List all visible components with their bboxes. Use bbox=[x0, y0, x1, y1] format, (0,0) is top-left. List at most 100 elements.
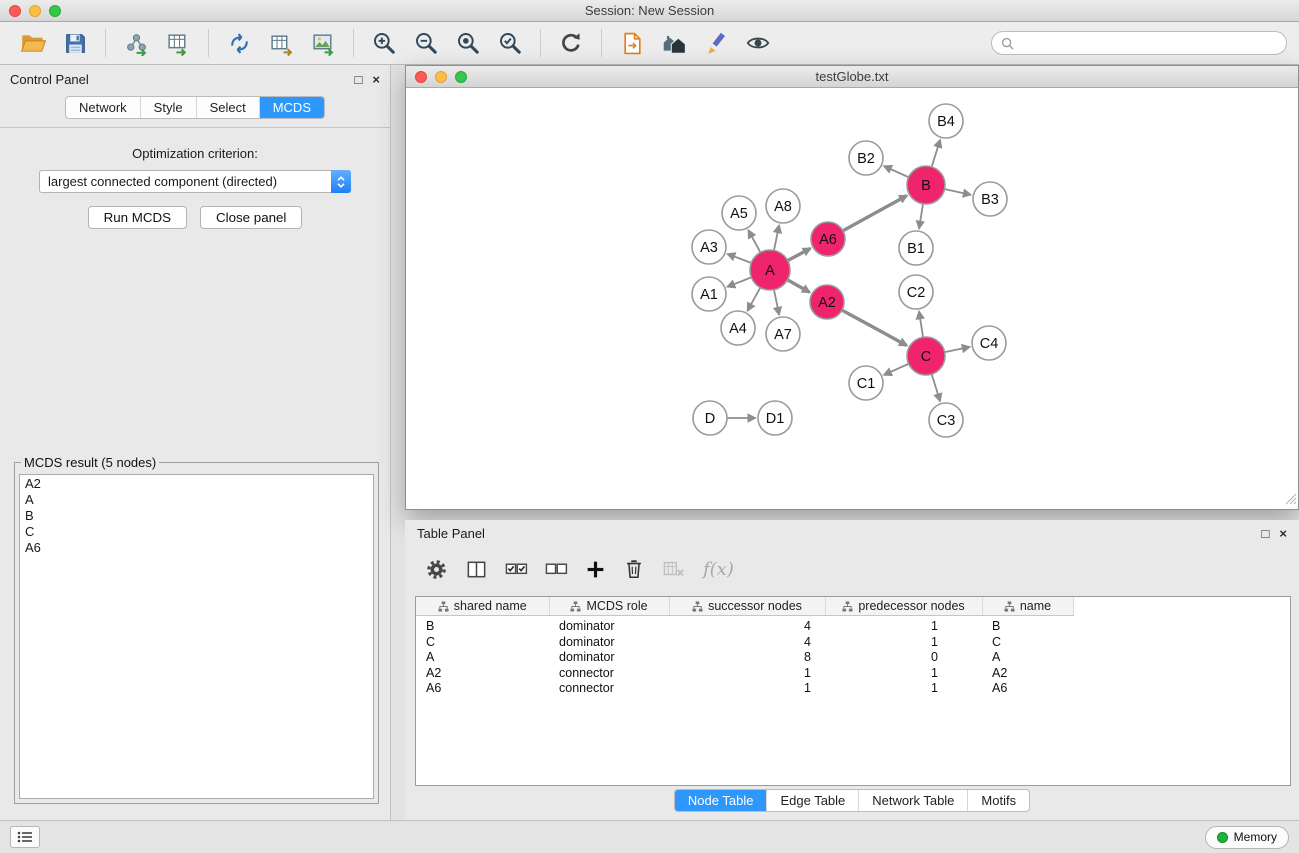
tab-edge-table[interactable]: Edge Table bbox=[767, 790, 859, 811]
graph-node-C1[interactable]: C1 bbox=[849, 366, 883, 400]
tab-style[interactable]: Style bbox=[141, 97, 197, 118]
column-header-mcds-role[interactable]: MCDS role bbox=[549, 597, 669, 616]
tab-motifs[interactable]: Motifs bbox=[968, 790, 1029, 811]
graph-node-A[interactable]: A bbox=[750, 250, 790, 290]
column-header-name[interactable]: name bbox=[982, 597, 1073, 616]
list-icon bbox=[17, 831, 33, 843]
graph-node-B3[interactable]: B3 bbox=[973, 182, 1007, 216]
svg-text:A4: A4 bbox=[729, 321, 747, 337]
select-all-button[interactable] bbox=[505, 558, 528, 581]
export-image-button[interactable] bbox=[302, 26, 344, 60]
delete-column-button[interactable] bbox=[623, 558, 645, 580]
show-details-button[interactable] bbox=[737, 26, 779, 60]
network-graph[interactable]: A A1 A2 A3 A4 A5 A6 A7 A8 B B1 B2 B3 B4 C C1 C2 C3 C4 D D1 bbox=[406, 88, 1298, 509]
column-header-shared-name[interactable]: shared name bbox=[416, 597, 549, 616]
graph-node-C2[interactable]: C2 bbox=[899, 275, 933, 309]
mcds-result-item[interactable]: C bbox=[20, 524, 373, 540]
mcds-result-item[interactable]: A6 bbox=[20, 540, 373, 556]
zoom-selected-button[interactable] bbox=[489, 26, 531, 60]
graph-node-A3[interactable]: A3 bbox=[692, 230, 726, 264]
graph-node-A6[interactable]: A6 bbox=[811, 222, 845, 256]
mcds-result-item[interactable]: A2 bbox=[20, 476, 373, 492]
annotation-button[interactable] bbox=[695, 26, 737, 60]
mcds-result-item[interactable]: A bbox=[20, 492, 373, 508]
float-panel-icon[interactable]: □ bbox=[1262, 527, 1270, 540]
network-minimize-button[interactable] bbox=[435, 71, 447, 83]
export-network-button[interactable] bbox=[218, 26, 260, 60]
run-mcds-button[interactable]: Run MCDS bbox=[88, 206, 187, 229]
zoom-out-button[interactable] bbox=[405, 26, 447, 60]
float-panel-icon[interactable]: □ bbox=[355, 73, 363, 86]
export-table-button[interactable] bbox=[260, 26, 302, 60]
graph-node-C4[interactable]: C4 bbox=[972, 326, 1006, 360]
graph-node-A5[interactable]: A5 bbox=[722, 196, 756, 230]
network-canvas[interactable]: A A1 A2 A3 A4 A5 A6 A7 A8 B B1 B2 B3 B4 C C1 C2 C3 C4 D D1 bbox=[406, 88, 1298, 509]
table-settings-button[interactable] bbox=[425, 558, 448, 581]
tab-node-table[interactable]: Node Table bbox=[675, 790, 768, 811]
window-title: Session: New Session bbox=[585, 3, 714, 18]
show-columns-button[interactable] bbox=[465, 558, 488, 581]
network-close-button[interactable] bbox=[415, 71, 427, 83]
minimize-window-button[interactable] bbox=[29, 5, 41, 17]
table-cell: 1 bbox=[669, 666, 825, 682]
trash-icon bbox=[623, 558, 645, 580]
table-row[interactable]: Bdominator41B bbox=[416, 616, 1073, 635]
import-table-button[interactable] bbox=[157, 26, 199, 60]
deselect-all-button[interactable] bbox=[545, 558, 568, 581]
network-zoom-button[interactable] bbox=[455, 71, 467, 83]
search-field[interactable] bbox=[991, 31, 1287, 55]
home-button[interactable] bbox=[653, 26, 695, 60]
table-cell: 1 bbox=[825, 681, 982, 697]
graph-node-D[interactable]: D bbox=[693, 401, 727, 435]
import-network-button[interactable] bbox=[115, 26, 157, 60]
graph-node-A2[interactable]: A2 bbox=[810, 285, 844, 319]
table-row[interactable]: A6connector11A6 bbox=[416, 681, 1073, 697]
table-row[interactable]: Adominator80A bbox=[416, 650, 1073, 666]
close-panel-button[interactable]: Close panel bbox=[200, 206, 302, 229]
graph-node-C[interactable]: C bbox=[907, 337, 945, 375]
memory-button[interactable]: Memory bbox=[1205, 826, 1289, 849]
graph-node-A1[interactable]: A1 bbox=[692, 277, 726, 311]
tab-network-table[interactable]: Network Table bbox=[859, 790, 968, 811]
add-column-button[interactable] bbox=[585, 559, 606, 580]
tab-mcds[interactable]: MCDS bbox=[260, 97, 324, 118]
graph-node-B1[interactable]: B1 bbox=[899, 231, 933, 265]
graph-node-B2[interactable]: B2 bbox=[849, 141, 883, 175]
memory-label: Memory bbox=[1234, 830, 1277, 844]
network-window-title: testGlobe.txt bbox=[816, 69, 889, 84]
criterion-dropdown[interactable]: largest connected component (directed) bbox=[39, 170, 351, 193]
graph-node-B[interactable]: B bbox=[907, 166, 945, 204]
network-window-titlebar[interactable]: testGlobe.txt bbox=[406, 66, 1298, 88]
close-panel-icon[interactable]: × bbox=[1279, 527, 1287, 540]
table-cell: A bbox=[416, 650, 549, 666]
close-window-button[interactable] bbox=[9, 5, 21, 17]
graph-node-A4[interactable]: A4 bbox=[721, 311, 755, 345]
zoom-window-button[interactable] bbox=[49, 5, 61, 17]
resize-grip[interactable] bbox=[1284, 492, 1297, 508]
function-builder-button[interactable]: f(x) bbox=[703, 559, 734, 580]
zoom-fit-button[interactable] bbox=[447, 26, 489, 60]
refresh-layout-button[interactable] bbox=[550, 26, 592, 60]
open-session-button[interactable] bbox=[12, 26, 54, 60]
save-session-button[interactable] bbox=[54, 26, 96, 60]
table-row[interactable]: A2connector11A2 bbox=[416, 666, 1073, 682]
zoom-in-button[interactable] bbox=[363, 26, 405, 60]
mcds-result-list[interactable]: A2ABCA6 bbox=[19, 474, 374, 799]
delete-table-button[interactable] bbox=[662, 558, 686, 580]
tab-select[interactable]: Select bbox=[197, 97, 260, 118]
task-history-button[interactable] bbox=[10, 826, 40, 848]
graph-node-A7[interactable]: A7 bbox=[766, 317, 800, 351]
graph-node-A8[interactable]: A8 bbox=[766, 189, 800, 223]
table-toolbar: f(x) bbox=[405, 546, 1299, 592]
column-header-predecessor-nodes[interactable]: predecessor nodes bbox=[825, 597, 982, 616]
mcds-result-item[interactable]: B bbox=[20, 508, 373, 524]
column-header-successor-nodes[interactable]: successor nodes bbox=[669, 597, 825, 616]
graph-node-D1[interactable]: D1 bbox=[758, 401, 792, 435]
search-input[interactable] bbox=[1020, 36, 1277, 50]
tab-network[interactable]: Network bbox=[66, 97, 141, 118]
open-document-button[interactable] bbox=[611, 26, 653, 60]
graph-node-B4[interactable]: B4 bbox=[929, 104, 963, 138]
graph-node-C3[interactable]: C3 bbox=[929, 403, 963, 437]
table-row[interactable]: Cdominator41C bbox=[416, 635, 1073, 651]
close-panel-icon[interactable]: × bbox=[372, 73, 380, 86]
